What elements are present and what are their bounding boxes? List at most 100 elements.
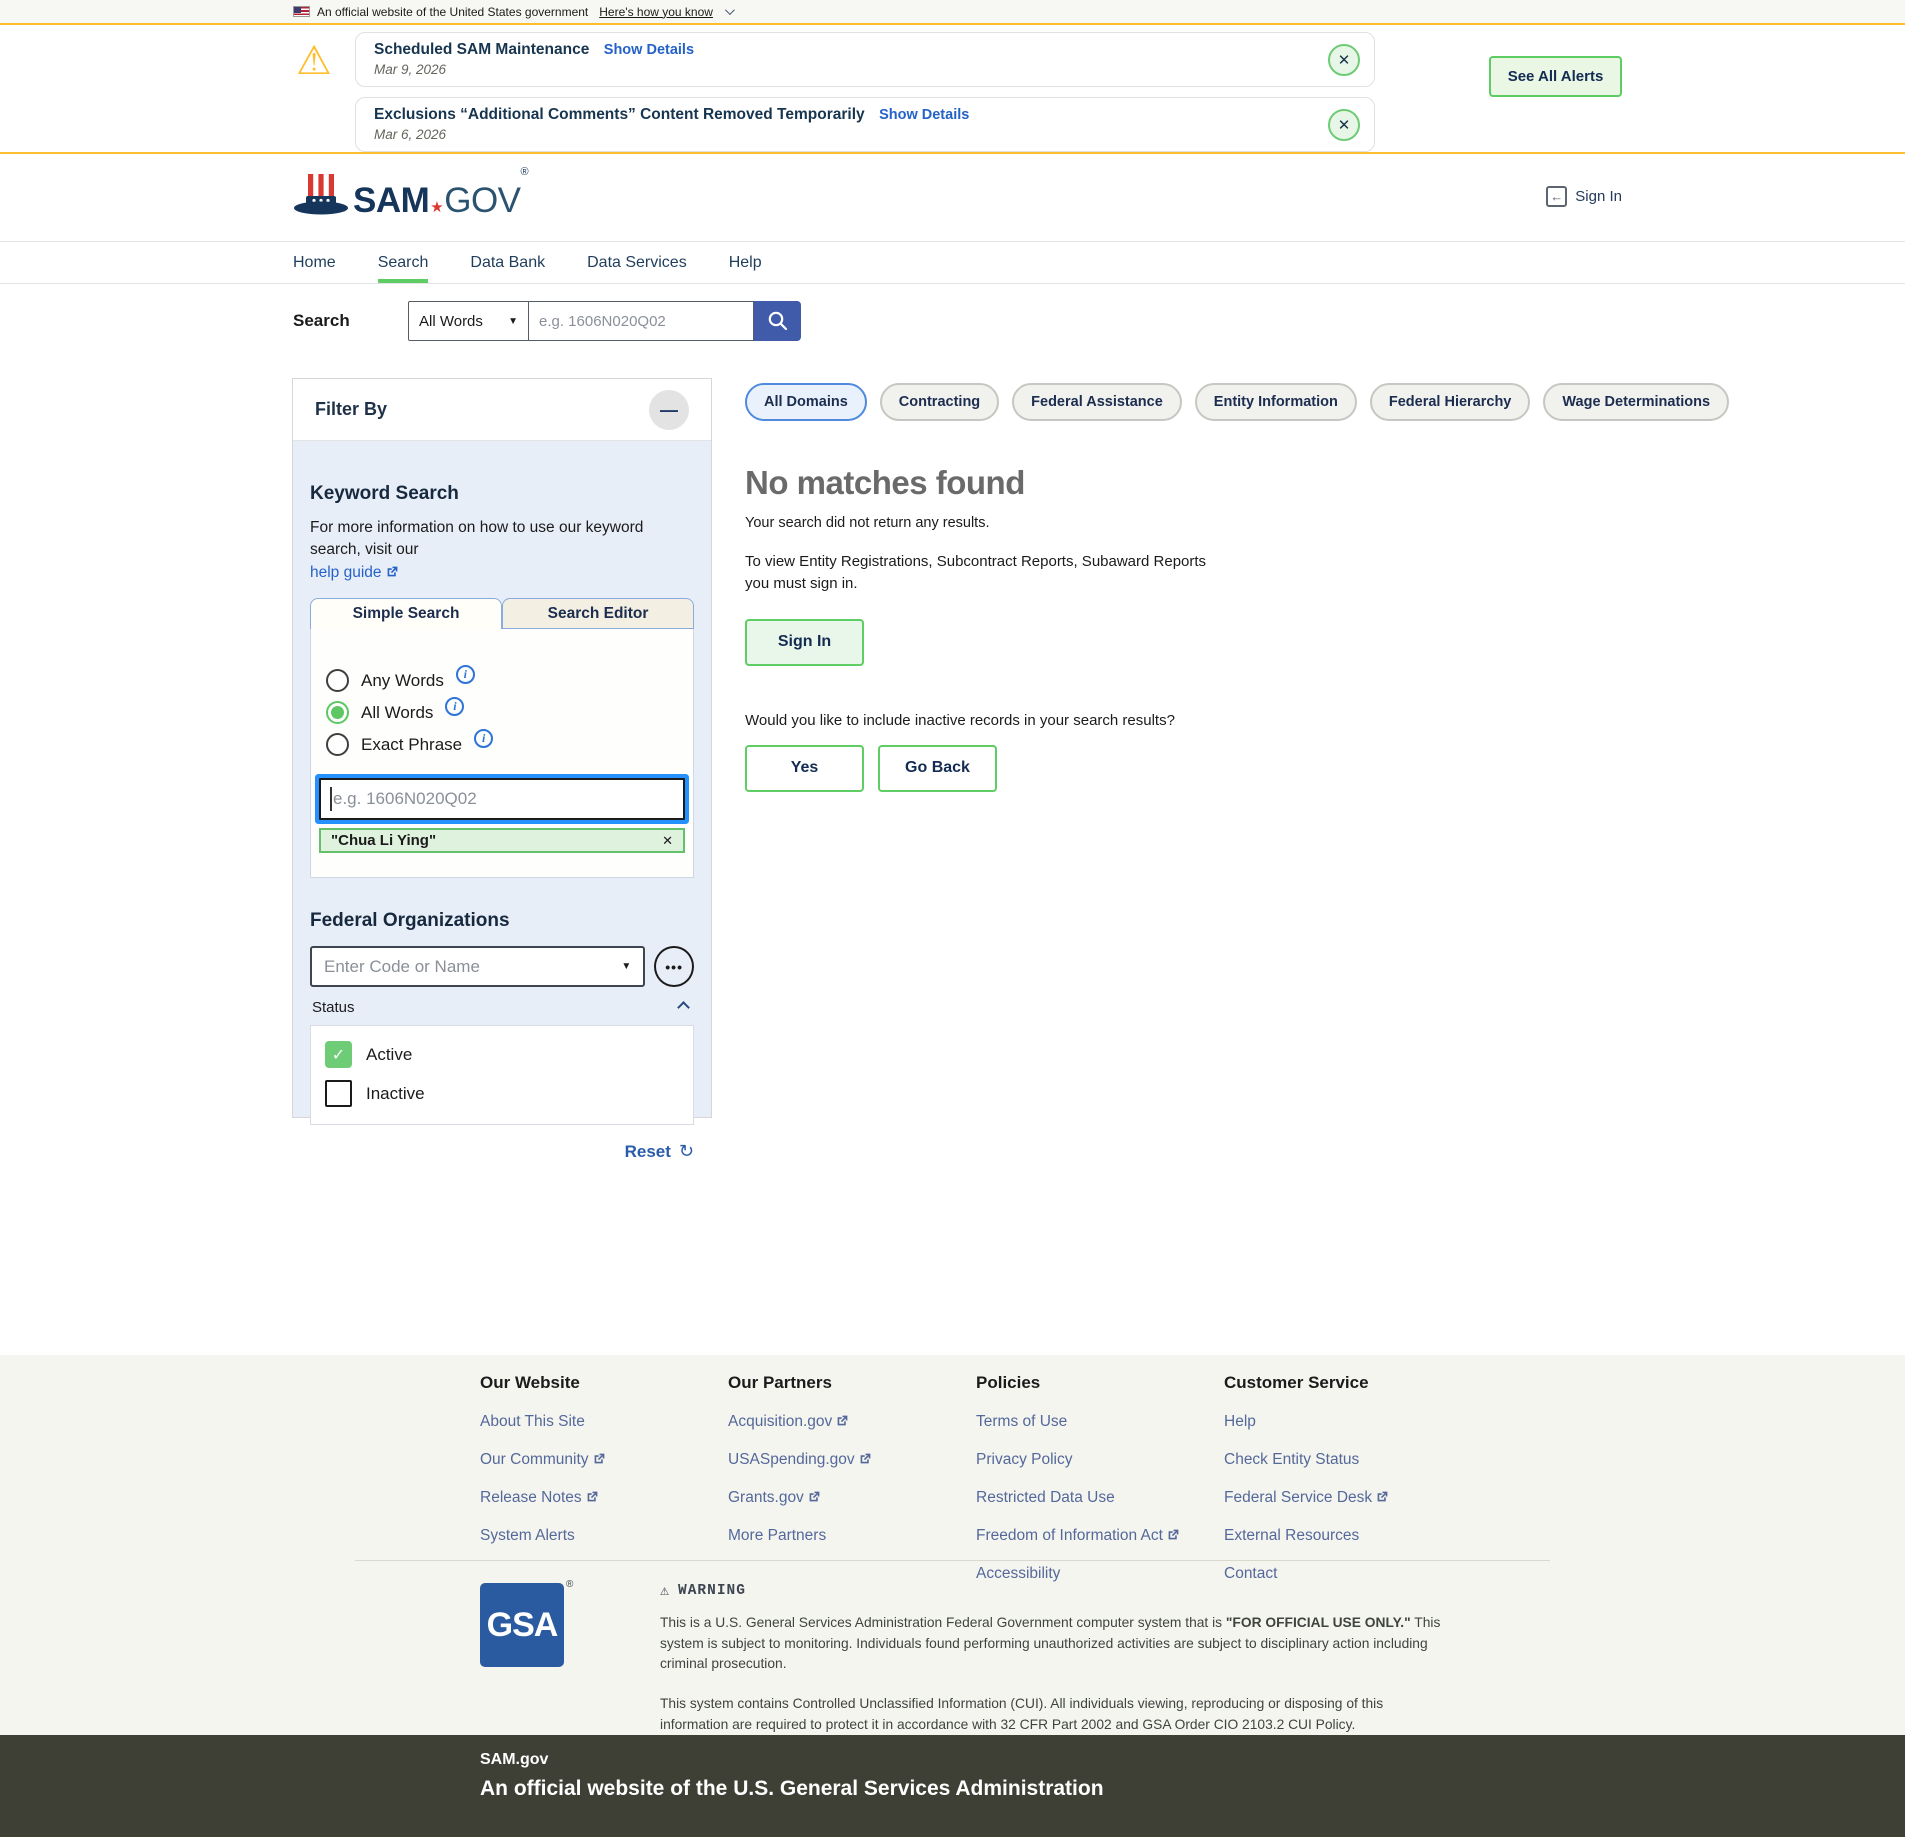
footer-link-grants-gov[interactable]: Grants.gov [728, 1489, 968, 1507]
radio-button[interactable] [326, 733, 349, 756]
footer-link-acquisition-gov[interactable]: Acquisition.gov [728, 1413, 968, 1431]
alert-close-button[interactable]: ✕ [1328, 44, 1360, 76]
tab-simple-search[interactable]: Simple Search [310, 598, 502, 629]
nav-item-data-bank[interactable]: Data Bank [470, 242, 545, 283]
footer-link-foia[interactable]: Freedom of Information Act [976, 1527, 1216, 1545]
sign-in-button[interactable]: Sign In [745, 619, 864, 666]
footer-column-customer-service: Customer Service Help Check Entity Statu… [1224, 1373, 1464, 1583]
footer-link-more-partners[interactable]: More Partners [728, 1527, 968, 1545]
how-you-know-link[interactable]: Here's how you know [599, 5, 713, 19]
domain-pill-federal-assistance[interactable]: Federal Assistance [1012, 383, 1182, 421]
radio-button-selected[interactable] [326, 701, 349, 724]
filter-panel-body: Keyword Search For more information on h… [293, 441, 711, 1162]
top-search-input[interactable] [529, 301, 754, 341]
info-icon[interactable]: i [474, 729, 493, 748]
keyword-input[interactable] [319, 778, 685, 820]
footer-link-terms-of-use[interactable]: Terms of Use [976, 1413, 1216, 1431]
footer-link-release-notes[interactable]: Release Notes [480, 1489, 720, 1507]
search-bar-label: Search [293, 311, 408, 331]
status-header-row[interactable]: Status [310, 999, 694, 1016]
help-guide-link[interactable]: help guide [310, 564, 382, 581]
alert-show-details-link[interactable]: Show Details [604, 42, 694, 58]
nav-item-home[interactable]: Home [293, 242, 336, 283]
header-sign-in[interactable]: ← Sign In [1546, 186, 1622, 207]
sign-in-label: Sign In [1575, 188, 1622, 205]
search-mode-value: All Words [419, 313, 483, 330]
see-all-alerts-button[interactable]: See All Alerts [1489, 56, 1622, 97]
checkbox-unchecked[interactable] [325, 1080, 352, 1107]
uncle-sam-hat-icon [293, 172, 349, 218]
search-submit-button[interactable] [754, 301, 801, 341]
search-mode-select[interactable]: All Words ▼ [408, 301, 529, 341]
identifier-site-name: SAM.gov [480, 1751, 548, 1769]
federal-organizations-heading: Federal Organizations [310, 910, 694, 932]
external-link-icon [808, 1490, 821, 1503]
keyword-input-wrap [319, 778, 685, 820]
domain-pill-contracting[interactable]: Contracting [880, 383, 999, 421]
footer-link-about-this-site[interactable]: About This Site [480, 1413, 720, 1431]
footer-column-our-partners: Our Partners Acquisition.gov USASpending… [728, 1373, 968, 1545]
footer-link-system-alerts[interactable]: System Alerts [480, 1527, 720, 1545]
footer-link-help[interactable]: Help [1224, 1413, 1464, 1431]
info-icon[interactable]: i [445, 697, 464, 716]
main-nav: Home Search Data Bank Data Services Help [0, 242, 1905, 284]
radio-any-words[interactable]: Any Words i [319, 669, 685, 692]
footer-link-our-community[interactable]: Our Community [480, 1451, 720, 1469]
alert-show-details-link[interactable]: Show Details [879, 107, 969, 123]
radio-all-words[interactable]: All Words i [319, 701, 685, 724]
yes-button[interactable]: Yes [745, 745, 864, 792]
fed-org-more-button[interactable]: ••• [654, 946, 694, 987]
nav-item-help[interactable]: Help [729, 242, 762, 283]
magnifier-icon [766, 309, 790, 333]
status-option-inactive[interactable]: Inactive [325, 1080, 679, 1107]
identifier-bar: SAM.gov An official website of the U.S. … [0, 1735, 1905, 1837]
gsa-registered-mark: ® [566, 1579, 573, 1590]
site-header: SAM★GOV® ← Sign In [0, 154, 1905, 242]
reset-label: Reset [625, 1142, 671, 1162]
external-link-icon [1376, 1490, 1389, 1503]
domain-pill-wage-determinations[interactable]: Wage Determinations [1543, 383, 1729, 421]
domain-pill-entity-information[interactable]: Entity Information [1195, 383, 1357, 421]
status-option-active[interactable]: ✓ Active [325, 1041, 679, 1068]
footer-link-restricted-data-use[interactable]: Restricted Data Use [976, 1489, 1216, 1507]
checkbox-label: Active [366, 1045, 412, 1065]
keyword-info-text: For more information on how to use our k… [310, 517, 694, 584]
nav-item-search[interactable]: Search [378, 242, 429, 283]
keyword-chip: "Chua Li Ying" ✕ [319, 828, 685, 853]
select-arrow-icon: ▼ [621, 961, 631, 972]
footer-column-heading: Customer Service [1224, 1373, 1464, 1393]
chevron-up-icon[interactable] [677, 1002, 690, 1015]
collapse-filters-button[interactable]: — [649, 390, 689, 430]
go-back-button[interactable]: Go Back [878, 745, 997, 792]
combobox-placeholder: Enter Code or Name [324, 957, 480, 977]
footer-link-external-resources[interactable]: External Resources [1224, 1527, 1464, 1545]
footer-link-federal-service-desk[interactable]: Federal Service Desk [1224, 1489, 1464, 1507]
domain-pill-federal-hierarchy[interactable]: Federal Hierarchy [1370, 383, 1531, 421]
filter-panel: Filter By — Keyword Search For more info… [292, 378, 712, 1118]
footer-link-privacy-policy[interactable]: Privacy Policy [976, 1451, 1216, 1469]
tab-search-editor[interactable]: Search Editor [502, 598, 694, 629]
nav-item-data-services[interactable]: Data Services [587, 242, 687, 283]
domain-pill-all-domains[interactable]: All Domains [745, 383, 867, 421]
warning-title: WARNING [678, 1583, 746, 1599]
chip-remove-icon[interactable]: ✕ [662, 833, 673, 849]
external-link-icon [1167, 1528, 1180, 1541]
fed-org-combobox[interactable]: Enter Code or Name ▼ [310, 946, 645, 987]
reset-filters[interactable]: Reset ↻ [310, 1141, 694, 1162]
radio-exact-phrase[interactable]: Exact Phrase i [319, 733, 685, 756]
external-link-icon [859, 1452, 872, 1465]
gsa-logo: GSA [480, 1583, 564, 1667]
alerts-section: ⚠ Scheduled SAM Maintenance Show Details… [0, 23, 1905, 154]
radio-button[interactable] [326, 669, 349, 692]
alert-exclusions: Exclusions “Additional Comments” Content… [355, 97, 1375, 152]
sam-gov-logo[interactable]: SAM★GOV® [293, 172, 528, 218]
chevron-down-icon[interactable] [725, 5, 735, 15]
search-results-area: All Domains Contracting Federal Assistan… [745, 383, 1605, 792]
reset-refresh-icon: ↻ [679, 1141, 694, 1162]
warning-block: ⚠ WARNING This is a U.S. General Service… [660, 1581, 1455, 1735]
info-icon[interactable]: i [456, 665, 475, 684]
checkbox-checked[interactable]: ✓ [325, 1041, 352, 1068]
footer-link-usaspending-gov[interactable]: USASpending.gov [728, 1451, 968, 1469]
footer-link-check-entity-status[interactable]: Check Entity Status [1224, 1451, 1464, 1469]
alert-close-button[interactable]: ✕ [1328, 109, 1360, 141]
